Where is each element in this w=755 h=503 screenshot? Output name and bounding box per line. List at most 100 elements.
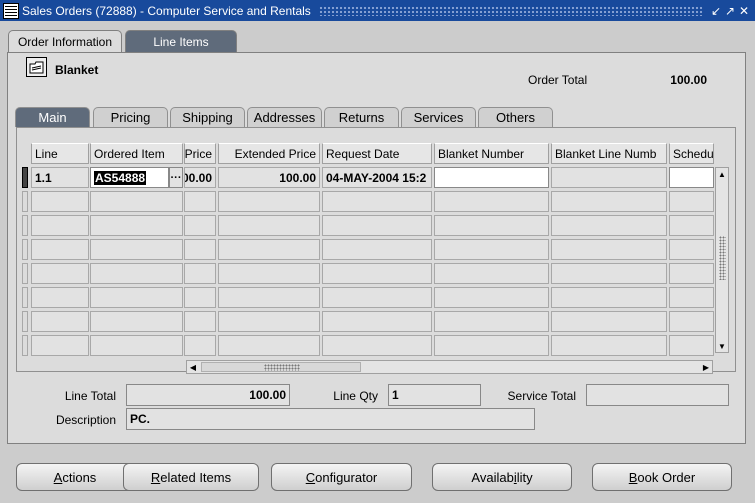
scroll-up-icon[interactable]: ▲: [716, 168, 728, 180]
tab-order-information[interactable]: Order Information: [8, 30, 122, 52]
table-cell[interactable]: [31, 287, 89, 308]
table-cell[interactable]: [31, 239, 89, 260]
table-cell[interactable]: [90, 287, 183, 308]
related-items-button[interactable]: Related Items: [123, 463, 259, 491]
scroll-left-icon[interactable]: ◀: [187, 361, 199, 373]
book-order-button[interactable]: Book Order: [592, 463, 732, 491]
row-indicator[interactable]: [22, 239, 28, 260]
table-cell[interactable]: [218, 239, 320, 260]
scroll-grip[interactable]: [719, 236, 726, 280]
maximize-icon[interactable]: ↗: [725, 4, 735, 18]
table-cell[interactable]: [218, 191, 320, 212]
table-cell[interactable]: [31, 335, 89, 356]
table-cell[interactable]: [31, 311, 89, 332]
table-cell[interactable]: [551, 263, 667, 284]
price-cell[interactable]: 00.00: [184, 167, 216, 188]
table-cell[interactable]: [184, 287, 216, 308]
table-cell[interactable]: [184, 239, 216, 260]
subtab-addresses[interactable]: Addresses: [247, 107, 322, 127]
table-cell[interactable]: [551, 335, 667, 356]
blanket-line-number-cell[interactable]: [551, 167, 667, 188]
column-header-line[interactable]: Line: [31, 143, 89, 164]
table-cell[interactable]: [669, 335, 714, 356]
row-indicator[interactable]: [22, 287, 28, 308]
subtab-returns[interactable]: Returns: [324, 107, 399, 127]
column-header-schedule[interactable]: Schedu: [669, 143, 714, 164]
description-field[interactable]: PC.: [126, 408, 535, 430]
subtab-others[interactable]: Others: [478, 107, 553, 127]
table-cell[interactable]: [322, 311, 432, 332]
table-cell[interactable]: [218, 263, 320, 284]
folder-button[interactable]: [26, 57, 47, 77]
table-cell[interactable]: [551, 287, 667, 308]
table-cell[interactable]: [90, 263, 183, 284]
actions-button[interactable]: Actions: [16, 463, 134, 491]
ordered-item-input[interactable]: AS54888: [90, 167, 169, 188]
table-cell[interactable]: [322, 335, 432, 356]
line-qty-field[interactable]: 1: [388, 384, 481, 406]
subtab-services[interactable]: Services: [401, 107, 476, 127]
availability-button[interactable]: Availab i lity: [432, 463, 572, 491]
table-cell[interactable]: [31, 191, 89, 212]
subtab-shipping[interactable]: Shipping: [170, 107, 245, 127]
close-icon[interactable]: ✕: [739, 4, 749, 18]
table-cell[interactable]: [218, 287, 320, 308]
table-cell[interactable]: [90, 215, 183, 236]
table-cell[interactable]: [184, 263, 216, 284]
column-header-blanket-number[interactable]: Blanket Number: [434, 143, 549, 164]
table-cell[interactable]: [669, 215, 714, 236]
configurator-button[interactable]: Configurator: [271, 463, 412, 491]
table-cell[interactable]: [551, 239, 667, 260]
table-cell[interactable]: [551, 191, 667, 212]
column-header-price[interactable]: Price: [184, 143, 216, 164]
table-cell[interactable]: [322, 239, 432, 260]
vertical-scrollbar[interactable]: ▲ ▼: [715, 167, 729, 353]
column-header-blanket-line-number[interactable]: Blanket Line Numb: [551, 143, 667, 164]
table-cell[interactable]: [322, 287, 432, 308]
table-cell[interactable]: [184, 215, 216, 236]
table-cell[interactable]: [218, 215, 320, 236]
service-total-field[interactable]: [586, 384, 729, 406]
row-indicator[interactable]: [22, 311, 28, 332]
table-cell[interactable]: [218, 311, 320, 332]
table-cell[interactable]: [434, 263, 549, 284]
table-cell[interactable]: [551, 311, 667, 332]
table-cell[interactable]: [551, 215, 667, 236]
table-cell[interactable]: [322, 263, 432, 284]
blanket-number-input[interactable]: [434, 167, 549, 188]
table-cell[interactable]: [434, 239, 549, 260]
scroll-right-icon[interactable]: ▶: [700, 361, 712, 373]
row-indicator[interactable]: [22, 191, 28, 212]
table-cell[interactable]: [669, 263, 714, 284]
subtab-pricing[interactable]: Pricing: [93, 107, 168, 127]
table-cell[interactable]: [31, 263, 89, 284]
row-indicator[interactable]: [22, 215, 28, 236]
minimize-icon[interactable]: ↙: [711, 4, 721, 18]
table-cell[interactable]: [90, 311, 183, 332]
table-cell[interactable]: [669, 239, 714, 260]
column-header-request-date[interactable]: Request Date: [322, 143, 432, 164]
line-total-field[interactable]: 100.00: [126, 384, 290, 406]
column-header-ordered-item[interactable]: Ordered Item: [90, 143, 183, 164]
row-indicator-current[interactable]: [22, 167, 28, 188]
table-cell[interactable]: [322, 215, 432, 236]
list-of-values-button[interactable]: ···: [169, 167, 183, 188]
table-cell[interactable]: [90, 335, 183, 356]
scroll-down-icon[interactable]: ▼: [716, 340, 728, 352]
table-cell[interactable]: [434, 287, 549, 308]
request-date-cell[interactable]: 04-MAY-2004 15:2: [322, 167, 432, 188]
table-cell[interactable]: [31, 215, 89, 236]
table-cell[interactable]: [434, 311, 549, 332]
horizontal-scrollbar[interactable]: ◀ ▶: [186, 360, 713, 374]
table-cell[interactable]: [669, 287, 714, 308]
table-cell[interactable]: [184, 191, 216, 212]
table-cell[interactable]: [434, 191, 549, 212]
row-indicator[interactable]: [22, 263, 28, 284]
extended-price-cell[interactable]: 100.00: [218, 167, 320, 188]
table-cell[interactable]: [434, 215, 549, 236]
line-cell[interactable]: 1.1: [31, 167, 89, 188]
tab-line-items[interactable]: Line Items: [125, 30, 237, 52]
table-cell[interactable]: [218, 335, 320, 356]
table-cell[interactable]: [90, 191, 183, 212]
scroll-thumb[interactable]: [201, 362, 361, 372]
